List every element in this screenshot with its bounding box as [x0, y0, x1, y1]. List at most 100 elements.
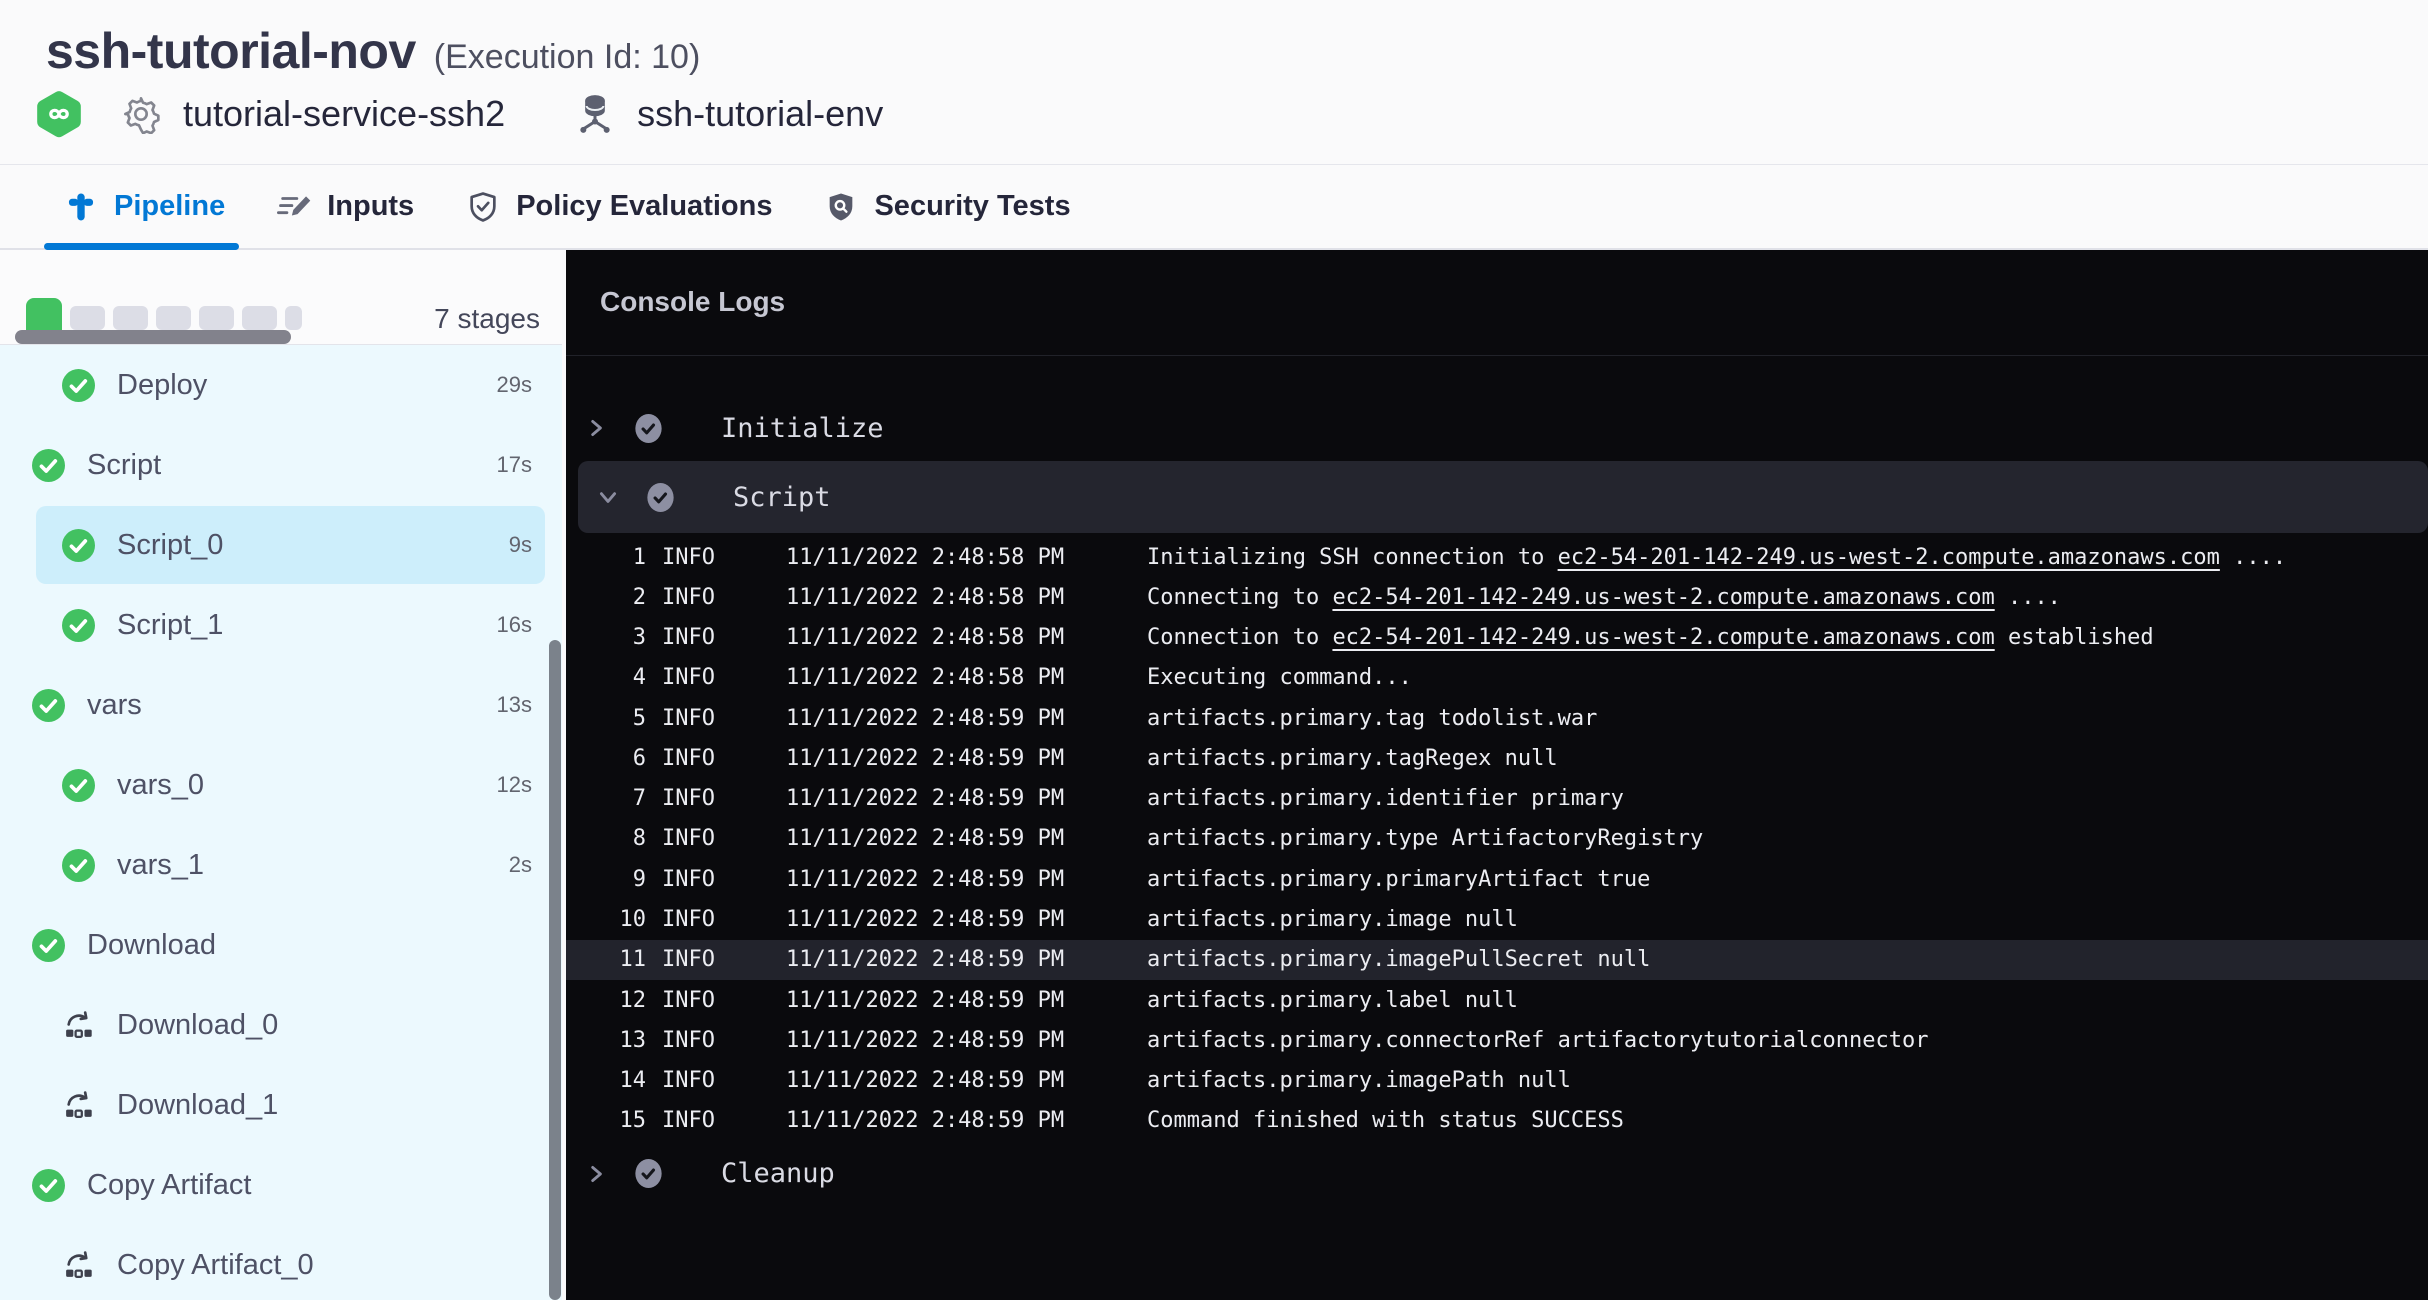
chevron-down-icon [597, 486, 619, 508]
log-level: INFO [662, 947, 770, 972]
log-line-number: 13 [588, 1028, 646, 1053]
title-row: ssh-tutorial-nov (Execution Id: 10) [46, 22, 700, 80]
log-row: 1INFO11/11/2022 2:48:58 PMInitializing S… [566, 537, 2428, 577]
log-line-number: 10 [588, 907, 646, 932]
log-level: INFO [662, 907, 770, 932]
log-timestamp: 11/11/2022 2:48:59 PM [786, 1068, 1131, 1093]
stage-row-vars[interactable]: vars13s [0, 665, 562, 745]
log-section-script[interactable]: Script [578, 461, 2428, 533]
stage-label: Script_0 [117, 529, 223, 562]
log-row: 6 INFO 11/11/2022 2:48:59 PM artifacts.prim… [566, 738, 2428, 778]
log-text: artifacts.primary.tagRegex null [1147, 746, 1558, 771]
stage-square-pending [199, 306, 234, 330]
tab-policy-evaluations[interactable]: Policy Evaluations [460, 165, 778, 248]
log-row: 14INFO11/11/2022 2:48:59 PMartifacts.pri… [566, 1060, 2428, 1100]
section-name: Initialize [721, 413, 884, 444]
stage-row-script_1[interactable]: Script_1 16s [0, 585, 562, 665]
selected-stage-highlight [36, 506, 545, 584]
log-message: artifacts.primary.label null [1147, 988, 2428, 1013]
log-hostname-link[interactable]: ec2-54-201-142-249.us-west-2.compute.ama… [1332, 625, 1994, 650]
success-icon [62, 849, 95, 882]
execution-id-label: (Execution Id: 10) [434, 38, 700, 77]
context-row: tutorial-service-ssh2 ssh-tutorial-env [37, 90, 883, 138]
tab-label: Inputs [327, 190, 414, 223]
log-message: Connection to ec2-54-201-142-249.us-west… [1147, 625, 2428, 650]
stage-row-download_0[interactable]: Download_0 [0, 985, 562, 1065]
stage-duration: 16s [497, 612, 562, 638]
active-tab-underline [44, 243, 239, 250]
log-message: Command finished with status SUCCESS [1147, 1108, 2428, 1133]
stage-row-copy-artifact[interactable]: Copy Artifact [0, 1145, 562, 1225]
log-hostname-link[interactable]: ec2-54-201-142-249.us-west-2.compute.ama… [1558, 545, 2220, 570]
cd-module-icon [37, 90, 81, 138]
log-timestamp: 11/11/2022 2:48:59 PM [786, 947, 1131, 972]
step-group-icon [62, 1249, 95, 1282]
service-name[interactable]: tutorial-service-ssh2 [183, 93, 505, 135]
log-message: Initializing SSH connection to ec2-54-20… [1147, 545, 2428, 570]
console-body: InitializeScript1INFO11/11/2022 2:48:58 … [566, 357, 2428, 1300]
log-message: artifacts.primary.primaryArtifact true [1147, 867, 2428, 892]
log-line-number: 3 [588, 625, 646, 650]
horizontal-scrollbar[interactable] [15, 330, 291, 344]
stage-square-pending [156, 306, 191, 330]
stage-row-download_1[interactable]: Download_1 [0, 1065, 562, 1145]
gray-check-icon [646, 483, 675, 512]
log-line-number: 7 [588, 786, 646, 811]
stage-label: Script [87, 449, 161, 482]
service-gear-icon [121, 94, 161, 134]
pipeline-icon [64, 190, 98, 224]
stage-row-deploy[interactable]: Deploy29s [0, 345, 562, 425]
log-message: artifacts.primary.identifier primary [1147, 786, 2428, 811]
log-section-initialize[interactable]: Initialize [566, 395, 2428, 461]
log-message: artifacts.primary.imagePath null [1147, 1068, 2428, 1093]
tab-pipeline[interactable]: Pipeline [58, 165, 231, 248]
section-name: Cleanup [721, 1158, 835, 1189]
log-message: artifacts.primary.imagePullSecret null [1147, 947, 2428, 972]
log-text: Connection to [1147, 625, 1332, 650]
stage-row-download[interactable]: Download [0, 905, 562, 985]
environment-name[interactable]: ssh-tutorial-env [637, 93, 883, 135]
execution-header: ssh-tutorial-nov (Execution Id: 10) tuto… [0, 0, 2428, 164]
log-section-cleanup[interactable]: Cleanup [566, 1141, 2428, 1207]
log-text: Executing command... [1147, 665, 1412, 690]
log-hostname-link[interactable]: ec2-54-201-142-249.us-west-2.compute.ama… [1332, 585, 1994, 610]
stage-row-vars_0[interactable]: vars_012s [0, 745, 562, 825]
log-level: INFO [662, 1068, 770, 1093]
vertical-scrollbar[interactable] [549, 640, 561, 1300]
log-timestamp: 11/11/2022 2:48:59 PM [786, 746, 1131, 771]
log-timestamp: 11/11/2022 2:48:58 PM [786, 625, 1131, 650]
log-level: INFO [662, 746, 770, 771]
tab-label: Policy Evaluations [516, 190, 772, 223]
stage-list: Deploy29sScript17s Script_0 9s Script_1 16s v… [0, 345, 562, 1300]
log-level: INFO [662, 585, 770, 610]
stage-row-script_0[interactable]: Script_0 9s [0, 505, 562, 585]
log-message: artifacts.primary.connectorRef artifacto… [1147, 1028, 2428, 1053]
log-text: artifacts.primary.label null [1147, 988, 1518, 1013]
stage-label: Script_1 [117, 609, 223, 642]
stage-duration: 9s [509, 532, 562, 558]
tab-security-tests[interactable]: Security Tests [818, 165, 1076, 248]
stage-label: vars [87, 689, 142, 722]
log-row: 10INFO11/11/2022 2:48:59 PMartifacts.pri… [566, 899, 2428, 939]
success-icon [62, 529, 95, 562]
stage-row-vars_1[interactable]: vars_12s [0, 825, 562, 905]
section-name: Script [733, 482, 831, 513]
log-line-number: 1 [588, 545, 646, 570]
log-message: Connecting to ec2-54-201-142-249.us-west… [1147, 585, 2428, 610]
stage-row-copy-artifact_0[interactable]: Copy Artifact_0 [0, 1225, 562, 1300]
tab-bar: Pipeline Inputs Policy Evaluations Security… [0, 165, 2428, 250]
tab-label: Security Tests [874, 190, 1070, 223]
stage-row-script[interactable]: Script17s [0, 425, 562, 505]
tab-inputs[interactable]: Inputs [271, 165, 420, 248]
log-line-number: 6 [588, 746, 646, 771]
log-timestamp: 11/11/2022 2:48:58 PM [786, 585, 1131, 610]
log-timestamp: 11/11/2022 2:48:58 PM [786, 665, 1131, 690]
log-message: artifacts.primary.type ArtifactoryRegist… [1147, 826, 2428, 851]
log-timestamp: 11/11/2022 2:48:59 PM [786, 1028, 1131, 1053]
log-level: INFO [662, 1028, 770, 1053]
log-text: artifacts.primary.imagePath null [1147, 1068, 1571, 1093]
policy-icon [466, 190, 500, 224]
step-group-icon [62, 1089, 95, 1122]
console-title: Console Logs [600, 286, 785, 318]
log-message: artifacts.primary.tag todolist.war [1147, 706, 2428, 731]
